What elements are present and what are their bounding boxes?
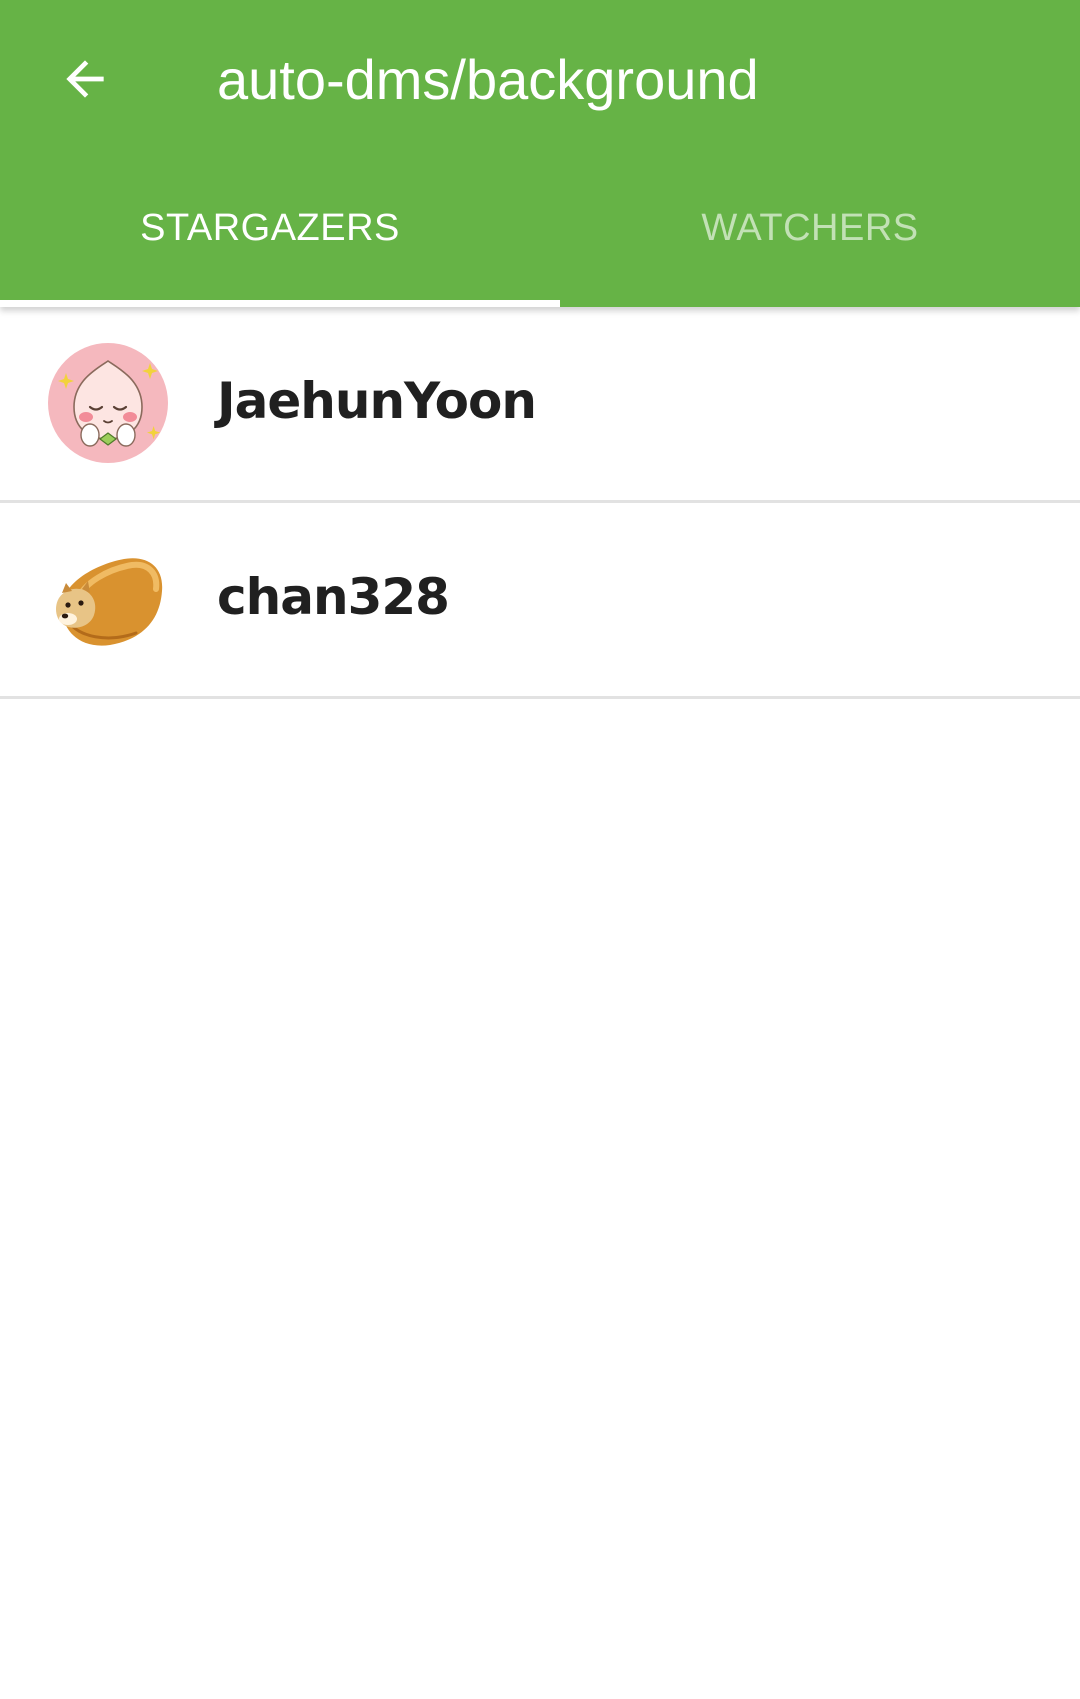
username: JaehunYoon — [217, 372, 537, 430]
tab-indicator — [0, 300, 560, 307]
list-item[interactable]: JaehunYoon — [0, 307, 1080, 503]
stargazers-list: JaehunYoon chan328 — [0, 307, 1080, 699]
doge-bread-avatar — [56, 558, 163, 646]
tab-bar: STARGAZERS WATCHERS — [0, 165, 1080, 307]
app-bar: auto-dms/background STARGAZERS WATCHERS — [0, 0, 1080, 307]
toolbar: auto-dms/background — [0, 0, 1080, 165]
page-title: auto-dms/background — [217, 48, 759, 111]
peach-character-avatar — [48, 343, 168, 463]
tab-watchers[interactable]: WATCHERS — [540, 165, 1080, 307]
app-screen: auto-dms/background STARGAZERS WATCHERS — [0, 0, 1080, 1699]
list-item[interactable]: chan328 — [0, 503, 1080, 699]
tab-stargazers[interactable]: STARGAZERS — [0, 165, 540, 307]
arrow-left-icon — [66, 60, 104, 98]
username: chan328 — [217, 568, 450, 626]
back-button[interactable] — [40, 34, 130, 124]
